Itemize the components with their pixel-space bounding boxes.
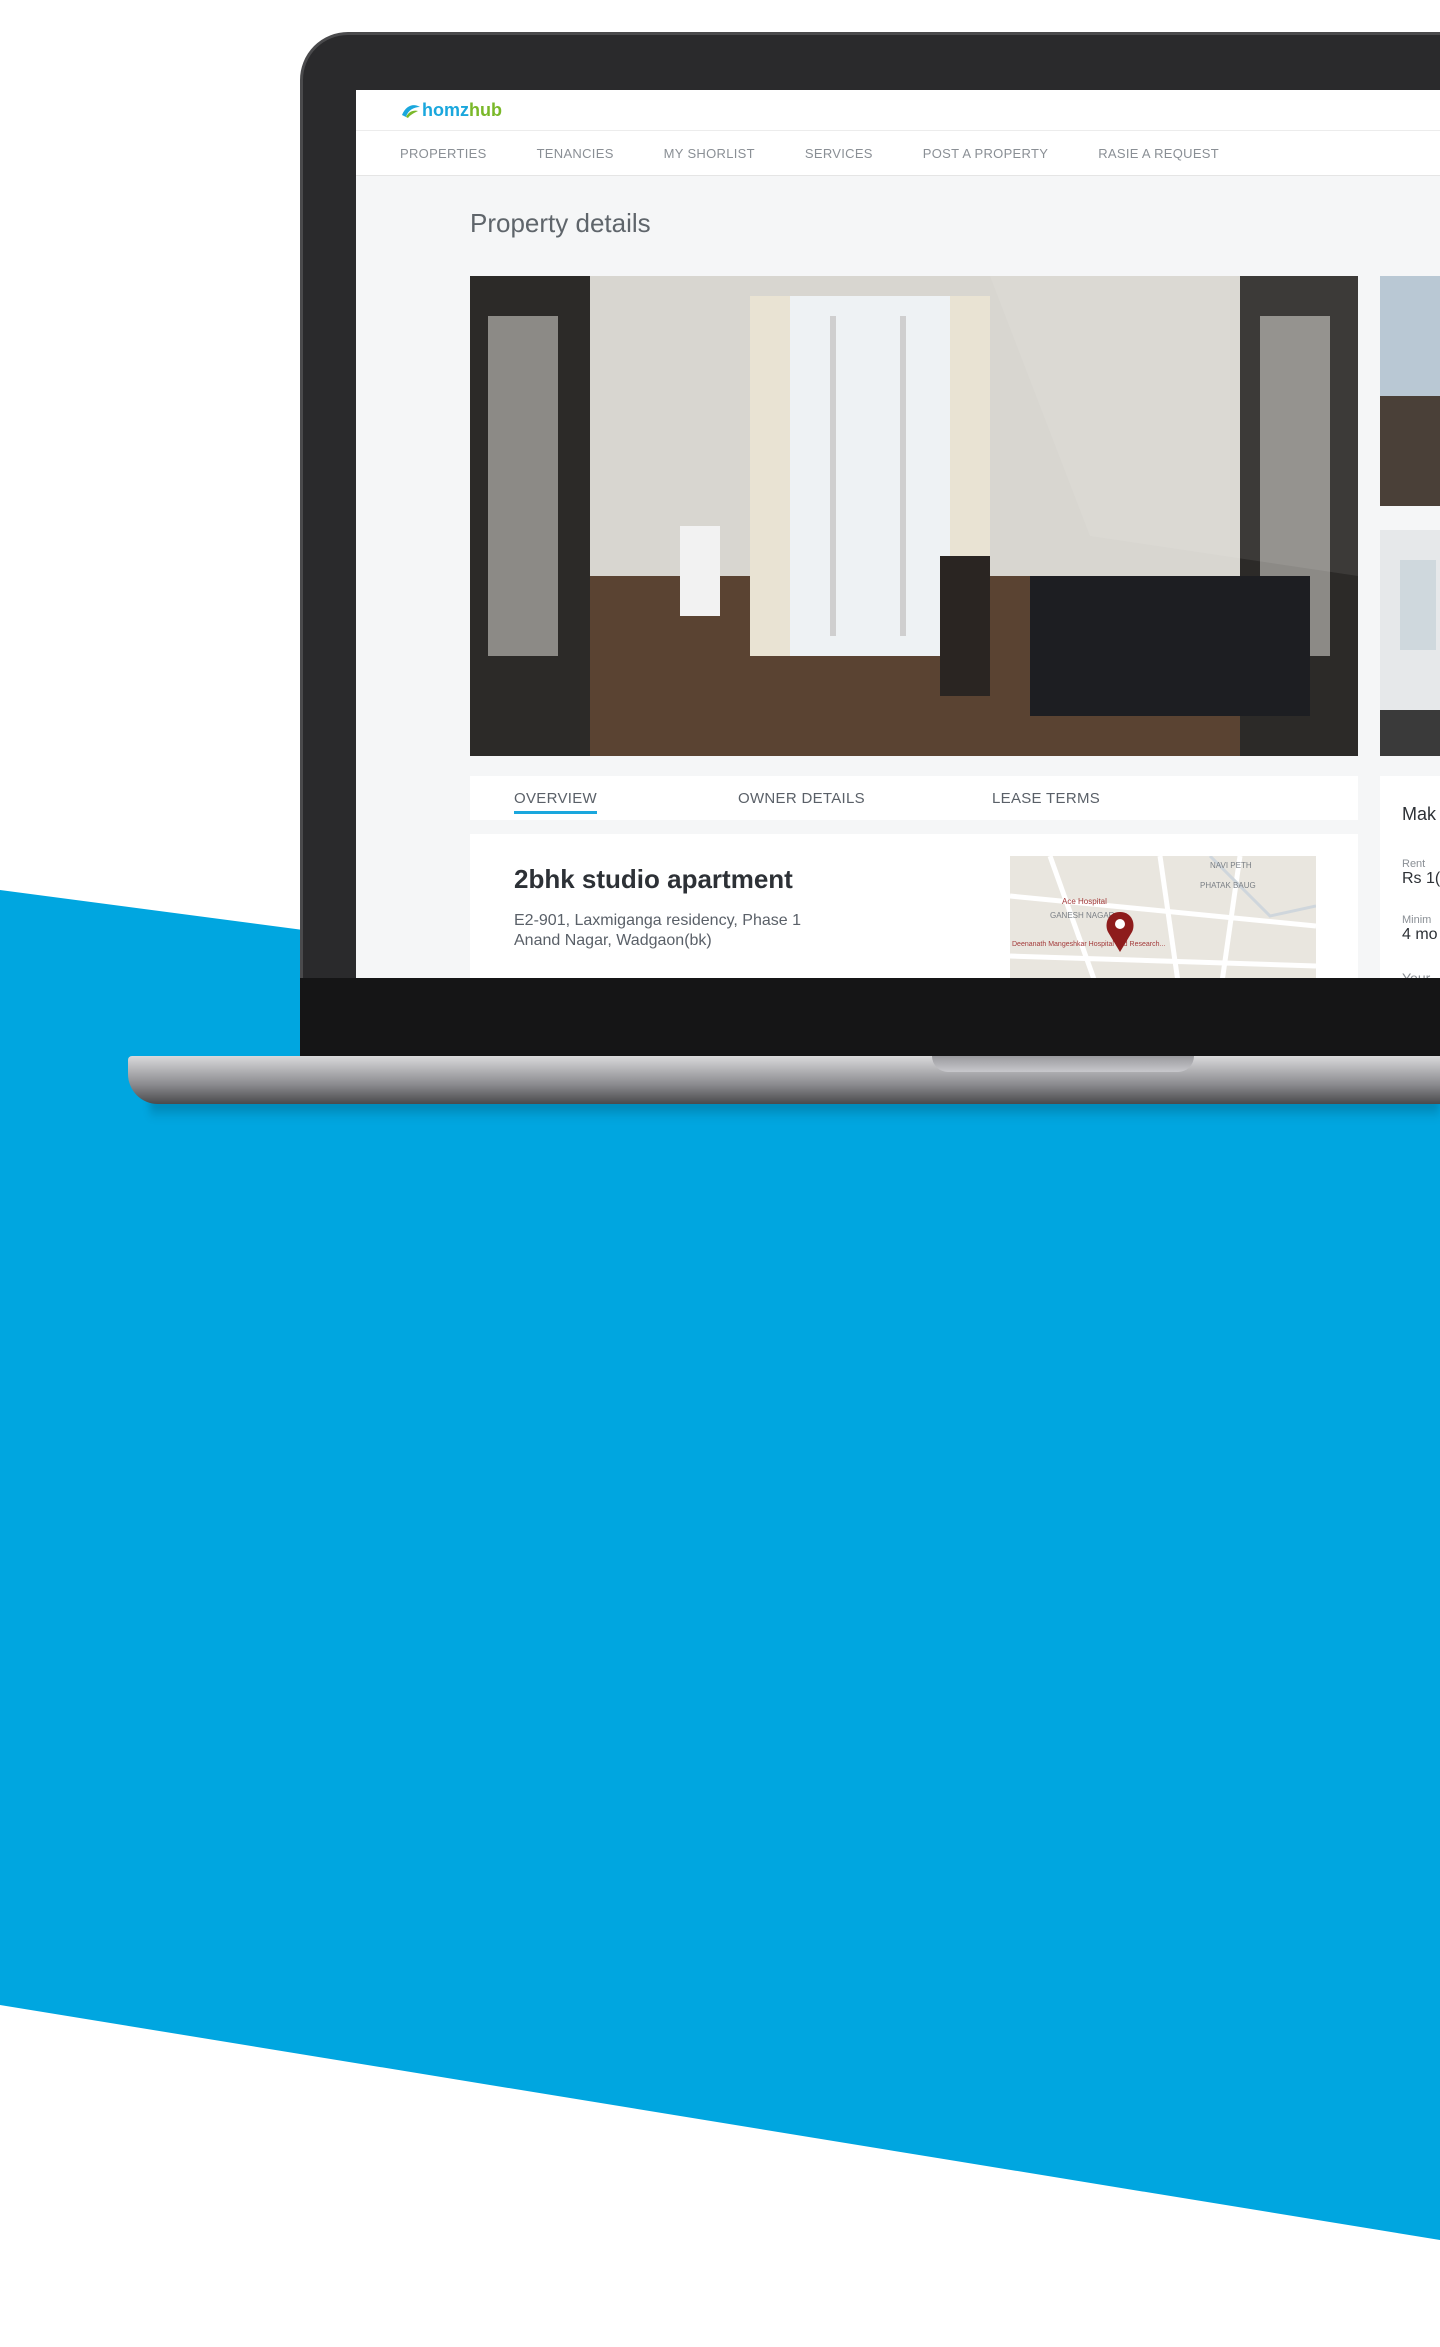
nav-item-properties[interactable]: PROPERTIES xyxy=(400,146,487,161)
minimum-value: 4 mo xyxy=(1402,926,1438,943)
house-leaf-icon xyxy=(402,105,420,118)
minimum-label: Minim xyxy=(1402,914,1432,926)
nav-item-raise-request[interactable]: RASIE A REQUEST xyxy=(1098,146,1219,161)
tab-overview[interactable]: OVERVIEW xyxy=(514,790,597,814)
address-line-1: E2-901, Laxmiganga residency, Phase 1 xyxy=(514,912,801,929)
property-thumbnail-2[interactable] xyxy=(1380,530,1440,756)
homzhub-logo[interactable]: homz hub xyxy=(400,100,502,121)
nav-item-my-shortlist[interactable]: MY SHORLIST xyxy=(664,146,755,161)
location-map[interactable]: NAVI PETH PHATAK BAUG Ace Hospital GANES… xyxy=(1010,856,1316,978)
map-label-hospital: Deenanath Mangeshkar Hospital and Resear… xyxy=(1012,941,1165,948)
address-line-2: Anand Nagar, Wadgaon(bk) xyxy=(514,932,712,949)
laptop-bezel xyxy=(300,978,1440,1058)
map-label-navi-peth: NAVI PETH xyxy=(1210,861,1252,870)
nav-item-tenancies[interactable]: TENANCIES xyxy=(537,146,614,161)
laptop-notch xyxy=(932,1056,1194,1072)
logo-text-hub: hub xyxy=(469,99,502,120)
booking-panel: Mak Rent Rs 1( Minim 4 mo Your xyxy=(1380,776,1440,978)
laptop-screen: homz hub PROPERTIES TENANCIES MY SHORLIST… xyxy=(356,90,1440,978)
property-thumbnail-1[interactable] xyxy=(1380,276,1440,506)
nav-item-post-property[interactable]: POST A PROPERTY xyxy=(923,146,1048,161)
map-label-phatak-baug: PHATAK BAUG xyxy=(1200,881,1256,890)
property-tabs: OVERVIEW OWNER DETAILS LEASE TERMS xyxy=(470,776,1358,820)
property-name: 2bhk studio apartment xyxy=(514,864,793,894)
property-main-photo[interactable] xyxy=(470,276,1358,756)
map-label-ganesh-nagar: GANESH NAGAR xyxy=(1050,911,1115,920)
rent-value: Rs 1( xyxy=(1402,870,1440,887)
booking-heading: Mak xyxy=(1402,804,1437,824)
rent-label: Rent xyxy=(1402,858,1426,870)
nav-item-services[interactable]: SERVICES xyxy=(805,146,873,161)
map-label-ace-hospital: Ace Hospital xyxy=(1062,897,1107,906)
tab-lease-terms[interactable]: LEASE TERMS xyxy=(992,790,1100,807)
laptop-base xyxy=(128,1056,1440,1104)
tab-owner-details[interactable]: OWNER DETAILS xyxy=(738,790,865,807)
your-label: Your xyxy=(1402,970,1431,978)
logo-text-homz: homz xyxy=(422,99,469,120)
page-title: Property details xyxy=(470,208,651,238)
laptop-mockup: homz hub PROPERTIES TENANCIES MY SHORLIST… xyxy=(0,0,1440,1120)
top-bar: homz hub xyxy=(356,90,1440,131)
overview-card: 2bhk studio apartment E2-901, Laxmiganga… xyxy=(470,834,1358,978)
main-nav: PROPERTIES TENANCIES MY SHORLIST SERVICE… xyxy=(356,131,1440,176)
